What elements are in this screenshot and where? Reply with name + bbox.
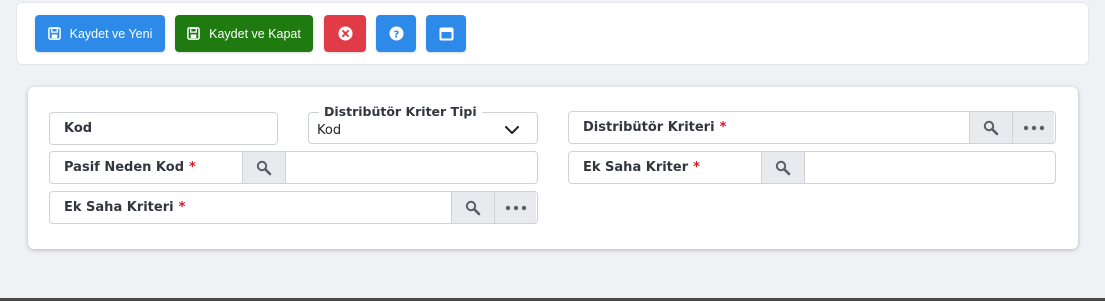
form-card: Kod Distribütör Kriter Tipi Kod Distribü… xyxy=(28,87,1078,249)
save-and-new-label: Kaydet ve Yeni xyxy=(69,26,153,41)
ek-saha-kriter-search-button[interactable] xyxy=(762,152,804,183)
window-button[interactable] xyxy=(426,15,466,52)
pasif-neden-kod-label: Pasif Neden Kod * xyxy=(50,152,243,183)
ek-saha-kriteri-label: Ek Saha Kriteri * xyxy=(50,192,452,223)
save-icon xyxy=(187,27,200,40)
distributor-kriteri-search-button[interactable] xyxy=(970,112,1012,143)
distributor-kriter-tipi-select[interactable]: Distribütör Kriter Tipi Kod xyxy=(308,104,538,144)
search-icon xyxy=(465,200,481,215)
window-icon xyxy=(439,27,454,41)
close-circle-icon xyxy=(337,26,353,41)
ek-saha-kriteri-field: Ek Saha Kriteri * xyxy=(49,191,538,224)
ek-saha-kriteri-search-button[interactable] xyxy=(452,192,494,223)
distributor-kriteri-more-button[interactable] xyxy=(1012,112,1054,143)
kod-field[interactable]: Kod xyxy=(49,112,278,145)
more-icon xyxy=(1023,125,1044,130)
search-icon xyxy=(775,160,791,175)
pasif-neden-kod-input[interactable] xyxy=(285,152,537,183)
save-and-new-button[interactable]: Kaydet ve Yeni xyxy=(35,15,165,52)
distributor-kriteri-label-text: Distribütör Kriteri xyxy=(583,120,715,135)
kod-input[interactable] xyxy=(92,113,277,144)
distributor-kriter-tipi-value: Kod xyxy=(317,123,342,138)
required-marker: * xyxy=(719,120,727,135)
ek-saha-kriter-label-text: Ek Saha Kriter xyxy=(583,160,689,175)
close-button[interactable] xyxy=(324,15,366,52)
required-marker: * xyxy=(189,160,196,175)
pasif-neden-kod-label-text: Pasif Neden Kod xyxy=(64,160,185,175)
search-icon xyxy=(983,120,999,135)
save-icon xyxy=(47,27,61,40)
ek-saha-kriter-field: Ek Saha Kriter * xyxy=(568,151,1056,184)
distributor-kriteri-label: Distribütör Kriteri * xyxy=(569,112,970,143)
required-marker: * xyxy=(693,160,700,175)
help-icon: ? xyxy=(388,26,404,41)
kod-label: Kod xyxy=(64,121,93,136)
ek-saha-kriter-input[interactable] xyxy=(804,152,1055,183)
ek-saha-kriter-label: Ek Saha Kriter * xyxy=(569,152,762,183)
ek-saha-kriteri-label-text: Ek Saha Kriteri xyxy=(64,200,174,215)
help-button[interactable]: ? xyxy=(376,15,416,52)
distributor-kriter-tipi-legend: Distribütör Kriter Tipi xyxy=(319,104,482,119)
pasif-neden-kod-search-button[interactable] xyxy=(243,152,285,183)
more-icon xyxy=(505,205,526,210)
distributor-kriteri-field: Distribütör Kriteri * xyxy=(568,111,1056,144)
chevron-down-icon xyxy=(505,122,519,140)
required-marker: * xyxy=(178,200,186,215)
svg-text:?: ? xyxy=(393,29,399,40)
toolbar: Kaydet ve Yeni Kaydet ve Kapat ? xyxy=(16,2,1089,65)
save-and-close-label: Kaydet ve Kapat xyxy=(209,26,301,41)
search-icon xyxy=(256,160,272,175)
pasif-neden-kod-field: Pasif Neden Kod * xyxy=(49,151,538,184)
ek-saha-kriteri-more-button[interactable] xyxy=(494,192,536,223)
save-and-close-button[interactable]: Kaydet ve Kapat xyxy=(175,15,313,52)
